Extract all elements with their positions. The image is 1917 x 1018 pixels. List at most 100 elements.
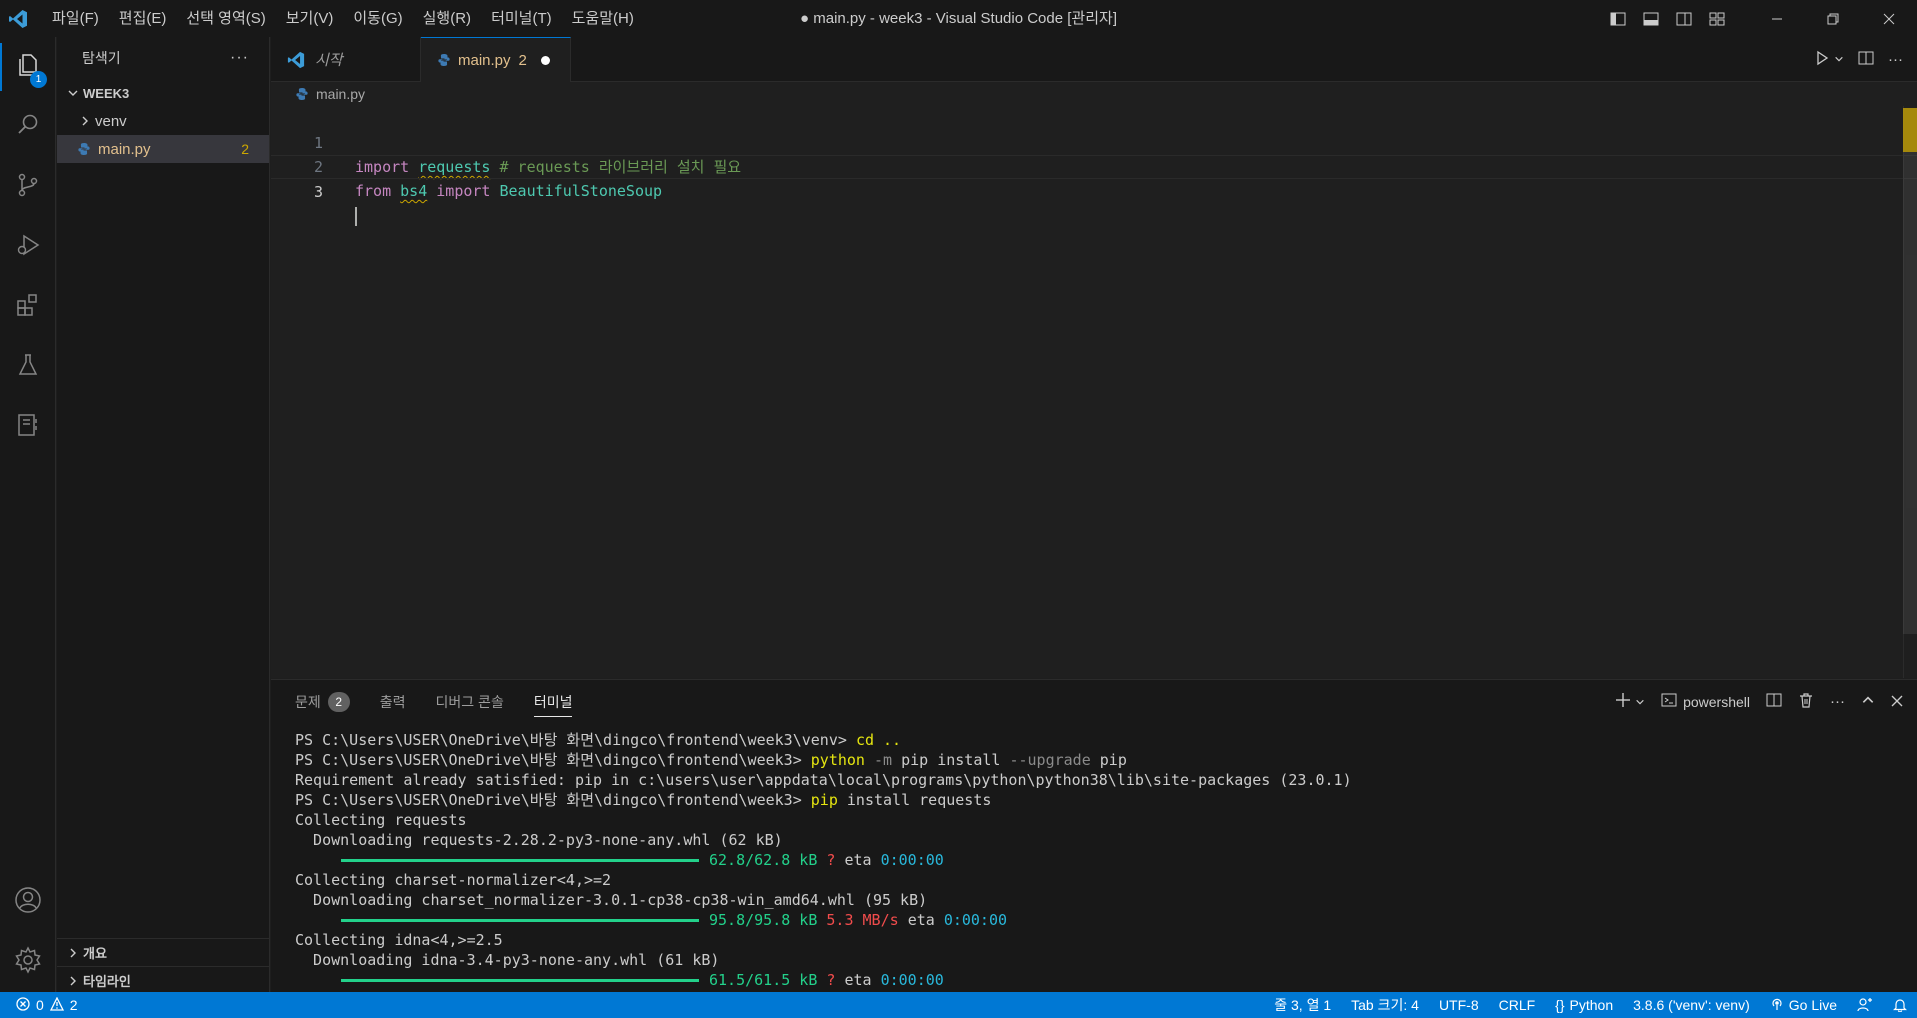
- outline-label: 개요: [83, 946, 107, 961]
- line-ending[interactable]: CRLF: [1489, 997, 1546, 1013]
- terminal-shell-selector[interactable]: powershell: [1661, 692, 1750, 711]
- code-line-1[interactable]: 1 import requests # requests 라이브러리 설치 필요: [271, 107, 1917, 176]
- workspace-folder[interactable]: WEEK3: [57, 79, 269, 107]
- terminal-line: Downloading requests-2.28.2-py3-none-any…: [295, 831, 783, 849]
- workspace-folder-label: WEEK3: [83, 85, 130, 101]
- scrollbar-thumb[interactable]: [1903, 108, 1917, 634]
- chevron-down-icon[interactable]: [1834, 51, 1844, 68]
- braces-icon: {}: [1555, 997, 1565, 1013]
- more-actions-icon[interactable]: ···: [1888, 51, 1903, 68]
- account-button[interactable]: [0, 872, 56, 932]
- split-editor-icon[interactable]: [1858, 50, 1874, 70]
- more-actions-icon[interactable]: ···: [230, 49, 249, 67]
- menu-edit[interactable]: 편집(E): [109, 0, 177, 37]
- code-editor[interactable]: 1 import requests # requests 라이브러리 설치 필요…: [271, 106, 1917, 678]
- manage-button[interactable]: [0, 932, 56, 992]
- editor-scrollbar[interactable]: [1903, 106, 1917, 678]
- menu-help[interactable]: 도움말(H): [562, 0, 644, 37]
- split-terminal-icon[interactable]: [1766, 692, 1782, 711]
- chevron-right-icon: [63, 975, 83, 987]
- bottom-panel: 문제 2 출력 디버그 콘솔 터미널 powershell ··· PS C:\…: [271, 679, 1917, 992]
- breadcrumb-file[interactable]: main.py: [316, 86, 365, 102]
- notebook-button[interactable]: [0, 397, 56, 457]
- tree-item-main-py[interactable]: main.py 2: [57, 135, 269, 163]
- tab-terminal[interactable]: 터미널: [533, 680, 573, 723]
- menu-terminal[interactable]: 터미널(T): [481, 0, 562, 37]
- terminal-output[interactable]: PS C:\Users\USER\OneDrive\바탕 화면\dingco\f…: [295, 730, 1352, 990]
- menu-file[interactable]: 파일(F): [42, 0, 109, 37]
- tab-problems[interactable]: 문제 2: [295, 680, 350, 723]
- menu-go[interactable]: 이동(G): [343, 0, 412, 37]
- explorer-badge: 1: [30, 71, 47, 88]
- python-interpreter[interactable]: 3.8.6 ('venv': venv): [1623, 997, 1760, 1013]
- run-debug-button[interactable]: [0, 217, 56, 277]
- extensions-button[interactable]: [0, 277, 56, 337]
- customize-layout-icon[interactable]: [1700, 0, 1733, 37]
- tab-output[interactable]: 출력: [380, 680, 406, 723]
- panel-tab-label: 터미널: [533, 693, 573, 710]
- feedback-icon[interactable]: [1847, 997, 1883, 1013]
- cursor-position[interactable]: 줄 3, 열 1: [1264, 995, 1341, 1015]
- search-button[interactable]: [0, 97, 56, 157]
- toggle-secondary-sidebar-icon[interactable]: [1667, 0, 1700, 37]
- python-file-icon: [437, 53, 451, 67]
- panel-tab-label: 문제: [295, 693, 321, 710]
- timeline-section[interactable]: 타임라인: [57, 966, 270, 994]
- problem-count: 2: [241, 141, 249, 157]
- source-control-button[interactable]: [0, 157, 56, 217]
- tree-item-label: main.py: [98, 140, 151, 158]
- warning-count: 2: [69, 997, 78, 1013]
- explorer-button[interactable]: 1: [0, 37, 56, 97]
- encoding[interactable]: UTF-8: [1429, 997, 1489, 1013]
- outline-section[interactable]: 개요: [57, 938, 270, 966]
- trash-icon[interactable]: [1798, 692, 1814, 711]
- tab-label: main.py: [458, 51, 511, 69]
- progress-bar: [341, 859, 699, 862]
- progress-line: 61.5/61.5 kB ? eta 0:00:00: [295, 970, 1352, 990]
- keyword: from: [355, 182, 392, 200]
- restore-icon[interactable]: [1805, 0, 1861, 37]
- minimize-icon[interactable]: [1749, 0, 1805, 37]
- terminal-line: Collecting charset-normalizer<4,>=2: [295, 871, 612, 889]
- toggle-primary-sidebar-icon[interactable]: [1601, 0, 1634, 37]
- problems-badge: 2: [327, 691, 350, 712]
- menu-selection[interactable]: 선택 영역(S): [176, 0, 275, 37]
- text-cursor: [355, 207, 357, 226]
- toggle-panel-icon[interactable]: [1634, 0, 1667, 37]
- testing-button[interactable]: [0, 337, 56, 397]
- unsaved-dot-icon[interactable]: [540, 55, 550, 65]
- notifications-bell-icon[interactable]: [1883, 998, 1917, 1012]
- panel-tab-label: 디버그 콘솔: [435, 693, 504, 710]
- error-count: 0: [36, 997, 44, 1013]
- keyword: import: [436, 182, 491, 200]
- menu-view[interactable]: 보기(V): [276, 0, 344, 37]
- language-mode[interactable]: {} Python: [1545, 997, 1623, 1013]
- line-number: 3: [313, 183, 323, 201]
- breadcrumb: main.py: [271, 82, 1917, 106]
- close-window-icon[interactable]: [1861, 0, 1917, 37]
- tree-item-venv[interactable]: venv: [57, 107, 269, 135]
- go-live-label: Go Live: [1788, 997, 1837, 1013]
- tab-welcome[interactable]: 시작: [271, 37, 421, 82]
- status-bar: 0 2 줄 3, 열 1 Tab 크기: 4 UTF-8 CRLF {} Pyt…: [0, 992, 1917, 1018]
- tab-main-py[interactable]: main.py 2: [421, 37, 571, 82]
- code-line-3[interactable]: 3: [271, 155, 1917, 226]
- close-panel-icon[interactable]: [1891, 694, 1903, 710]
- terminal-line: PS C:\Users\USER\OneDrive\바탕 화면\dingco\f…: [295, 751, 1127, 769]
- new-terminal-icon[interactable]: [1615, 692, 1631, 711]
- tab-debug-console[interactable]: 디버그 콘솔: [436, 680, 504, 723]
- chevron-down-icon[interactable]: [1635, 694, 1645, 710]
- terminal-line: Collecting idna<4,>=2.5: [295, 931, 503, 949]
- problems-status[interactable]: 0 2: [0, 996, 78, 1014]
- run-python-file-icon[interactable]: [1814, 50, 1830, 70]
- maximize-panel-icon[interactable]: [1861, 693, 1875, 710]
- code-line-2[interactable]: 2 from bs4 import BeautifulStoneSoup: [271, 131, 1917, 200]
- vscode-logo-icon: [0, 0, 36, 37]
- more-actions-icon[interactable]: ···: [1830, 693, 1845, 710]
- menu-run[interactable]: 실행(R): [413, 0, 481, 37]
- progress-bar: [341, 919, 699, 922]
- sidebar-title: 탐색기: [82, 50, 121, 66]
- go-live-button[interactable]: Go Live: [1760, 997, 1847, 1014]
- indentation[interactable]: Tab 크기: 4: [1341, 995, 1429, 1015]
- progress-bar: [341, 979, 699, 982]
